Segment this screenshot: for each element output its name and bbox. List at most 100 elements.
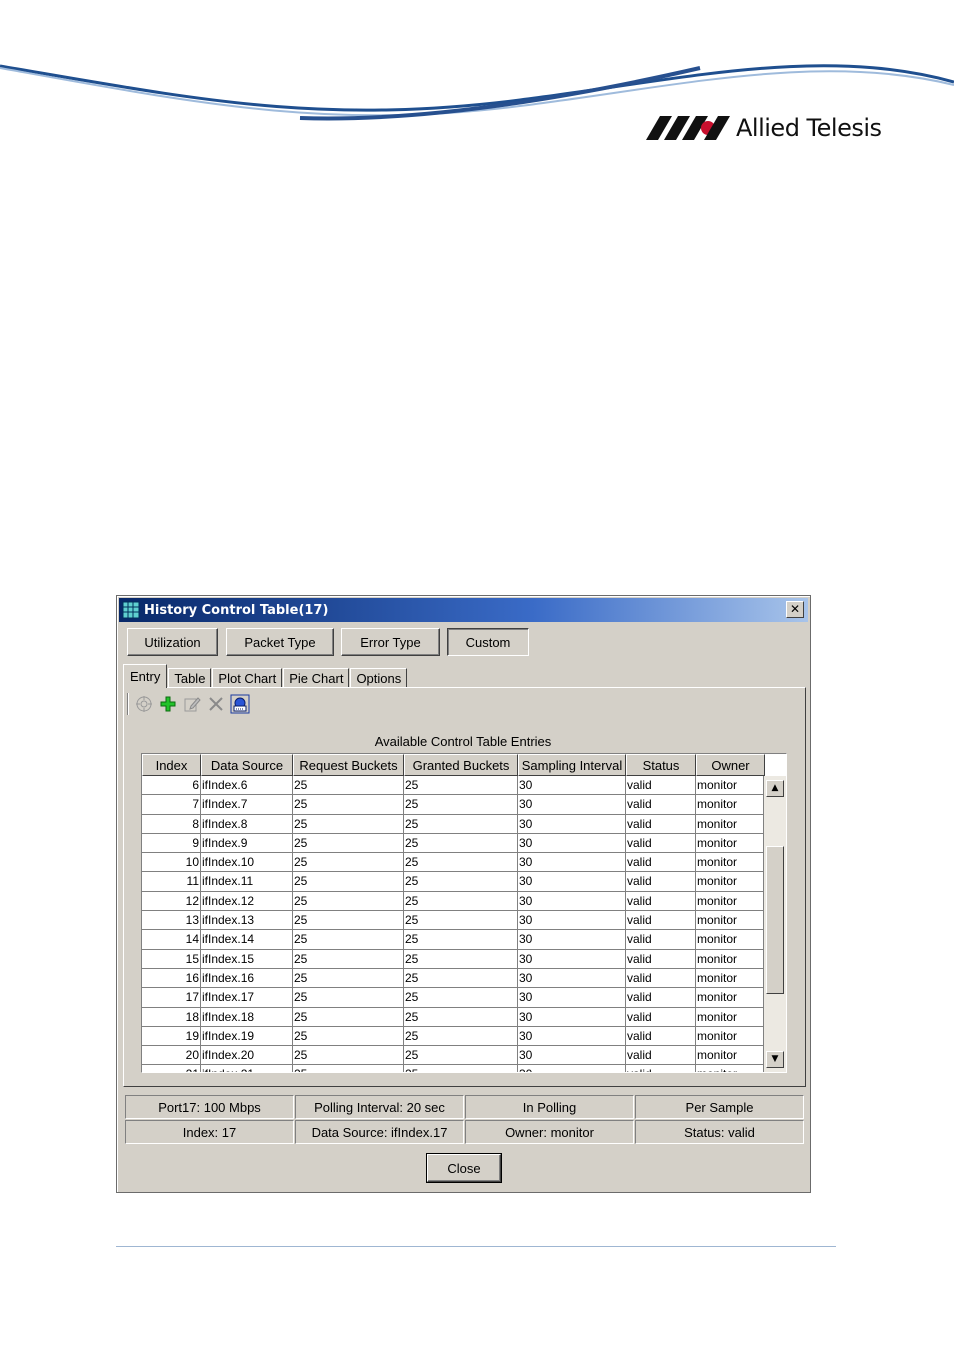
- cell-status: valid: [626, 911, 696, 930]
- title-bar[interactable]: History Control Table(17) ✕: [119, 598, 808, 622]
- cell-owner: monitor: [696, 872, 764, 891]
- cell-sampling-interval: 30: [518, 1026, 626, 1046]
- table-row[interactable]: 9 ifIndex.9 25 25 30 valid monitor: [142, 833, 764, 854]
- cell-index: 7: [142, 795, 201, 814]
- cell-data-source: ifIndex.8: [201, 814, 293, 833]
- column-header-data-source[interactable]: Data Source: [201, 754, 293, 776]
- table-row[interactable]: 19 ifIndex.19 25 25 30 valid monitor: [142, 1026, 764, 1047]
- delete-icon[interactable]: [205, 693, 227, 715]
- tab-plot-chart[interactable]: Plot Chart: [212, 668, 283, 688]
- table-row[interactable]: 14 ifIndex.14 25 25 30 valid monitor: [142, 930, 764, 950]
- table-row[interactable]: 21ifIndex.21252530validmonitor: [142, 1065, 764, 1072]
- cell-status: valid: [626, 1046, 696, 1065]
- cell-index: 21: [142, 1065, 201, 1072]
- table-row[interactable]: 13 ifIndex.13 25 25 30 valid monitor: [142, 911, 764, 931]
- cell-sampling-interval: 30: [518, 930, 626, 949]
- cell-status: valid: [626, 776, 696, 795]
- close-button[interactable]: Close: [427, 1154, 501, 1182]
- vertical-scrollbar[interactable]: ▲ ▼: [764, 776, 786, 1072]
- tab-pie-chart[interactable]: Pie Chart: [283, 668, 350, 688]
- cell-status: valid: [626, 833, 696, 853]
- utilization-button[interactable]: Utilization: [127, 628, 218, 656]
- column-header-sampling-interval[interactable]: Sampling Interval: [518, 754, 626, 776]
- tab-bar: Entry Table Plot Chart Pie Chart Options: [123, 664, 408, 688]
- cell-sampling-interval: 30: [518, 872, 626, 891]
- table-row[interactable]: 12 ifIndex.12 25 25 30 valid monitor: [142, 891, 764, 912]
- table-row[interactable]: 16 ifIndex.16 25 25 30 valid monitor: [142, 968, 764, 989]
- column-header-status[interactable]: Status: [626, 754, 696, 776]
- toolbar: [127, 692, 253, 716]
- cell-data-source: ifIndex.14: [201, 930, 293, 949]
- tab-options[interactable]: Options: [350, 668, 408, 688]
- cell-granted-buckets: 25: [404, 911, 518, 930]
- cell-data-source: ifIndex.6: [201, 776, 293, 795]
- cell-owner: monitor: [696, 1026, 764, 1046]
- cell-sampling-interval: 30: [518, 795, 626, 814]
- cell-data-source: ifIndex.10: [201, 853, 293, 872]
- scroll-down-icon[interactable]: ▼: [766, 1051, 784, 1068]
- cell-sampling-interval: 30: [518, 1007, 626, 1026]
- cell-granted-buckets: 25: [404, 949, 518, 968]
- edit-icon[interactable]: [181, 693, 203, 715]
- cell-index: 15: [142, 949, 201, 968]
- cell-owner: monitor: [696, 795, 764, 814]
- add-icon[interactable]: [157, 693, 179, 715]
- custom-button[interactable]: Custom: [447, 628, 529, 656]
- cell-data-source: ifIndex.17: [201, 988, 293, 1007]
- cell-data-source: ifIndex.15: [201, 949, 293, 968]
- cell-owner: monitor: [696, 833, 764, 853]
- cell-granted-buckets: 25: [404, 814, 518, 833]
- cell-owner: monitor: [696, 814, 764, 833]
- table-row[interactable]: 11 ifIndex.11 25 25 30 valid monitor: [142, 872, 764, 892]
- cell-owner: monitor: [696, 968, 764, 988]
- cell-data-source: ifIndex.19: [201, 1026, 293, 1046]
- scroll-up-icon[interactable]: ▲: [766, 780, 784, 797]
- cell-granted-buckets: 25: [404, 795, 518, 814]
- toolbar-separator: [127, 693, 129, 715]
- target-icon[interactable]: [133, 693, 155, 715]
- cell-granted-buckets: 25: [404, 872, 518, 891]
- table-row[interactable]: 10 ifIndex.10 25 25 30 valid monitor: [142, 853, 764, 873]
- footer-rule: [116, 1246, 836, 1247]
- table-row[interactable]: 7 ifIndex.7 25 25 30 valid monitor: [142, 795, 764, 815]
- cell-request-buckets: 25: [293, 872, 404, 891]
- close-icon[interactable]: ✕: [786, 601, 804, 618]
- cell-index: 8: [142, 814, 201, 833]
- cell-request-buckets: 25: [293, 911, 404, 930]
- table-caption: Available Control Table Entries: [374, 734, 552, 749]
- table-row[interactable]: 6 ifIndex.6 25 25 30 valid monitor: [142, 776, 764, 796]
- cell-request-buckets: 25: [293, 1007, 404, 1026]
- status-status: Status: valid: [635, 1120, 804, 1144]
- status-data-source: Data Source: ifIndex.17: [295, 1120, 464, 1144]
- cell-data-source: ifIndex.20: [201, 1046, 293, 1065]
- column-header-index[interactable]: Index: [142, 754, 201, 776]
- cell-index: 12: [142, 891, 201, 911]
- table-row[interactable]: 18 ifIndex.18 25 25 30 valid monitor: [142, 1007, 764, 1027]
- table-row[interactable]: 17 ifIndex.17 25 25 30 valid monitor: [142, 988, 764, 1008]
- table-row[interactable]: 15 ifIndex.15 25 25 30 valid monitor: [142, 949, 764, 969]
- scrollbar-thumb[interactable]: [766, 846, 784, 994]
- cell-request-buckets: 25: [293, 776, 404, 795]
- cell-request-buckets: 25: [293, 1065, 404, 1072]
- tab-table[interactable]: Table: [168, 668, 212, 688]
- table-row[interactable]: 20 ifIndex.20 25 25 30 valid monitor: [142, 1046, 764, 1066]
- cell-index: 20: [142, 1046, 201, 1065]
- cell-owner: monitor: [696, 776, 764, 795]
- column-header-granted-buckets[interactable]: Granted Buckets: [404, 754, 518, 776]
- column-header-owner[interactable]: Owner: [696, 754, 765, 776]
- cell-owner: monitor: [696, 988, 764, 1007]
- cell-granted-buckets: 25: [404, 776, 518, 795]
- refresh-icon[interactable]: [229, 693, 251, 715]
- cell-request-buckets: 25: [293, 795, 404, 814]
- table-row[interactable]: 8 ifIndex.8 25 25 30 valid monitor: [142, 814, 764, 834]
- tab-entry[interactable]: Entry: [123, 664, 168, 688]
- status-panel: Port17: 100 Mbps Polling Interval: 20 se…: [123, 1093, 806, 1145]
- cell-data-source: ifIndex.7: [201, 795, 293, 814]
- status-index: Index: 17: [125, 1120, 294, 1144]
- error-type-button[interactable]: Error Type: [341, 628, 440, 656]
- packet-type-button[interactable]: Packet Type: [226, 628, 334, 656]
- cell-owner: monitor: [696, 1046, 764, 1065]
- column-header-request-buckets[interactable]: Request Buckets: [293, 754, 404, 776]
- cell-request-buckets: 25: [293, 1046, 404, 1065]
- cell-granted-buckets: 25: [404, 930, 518, 949]
